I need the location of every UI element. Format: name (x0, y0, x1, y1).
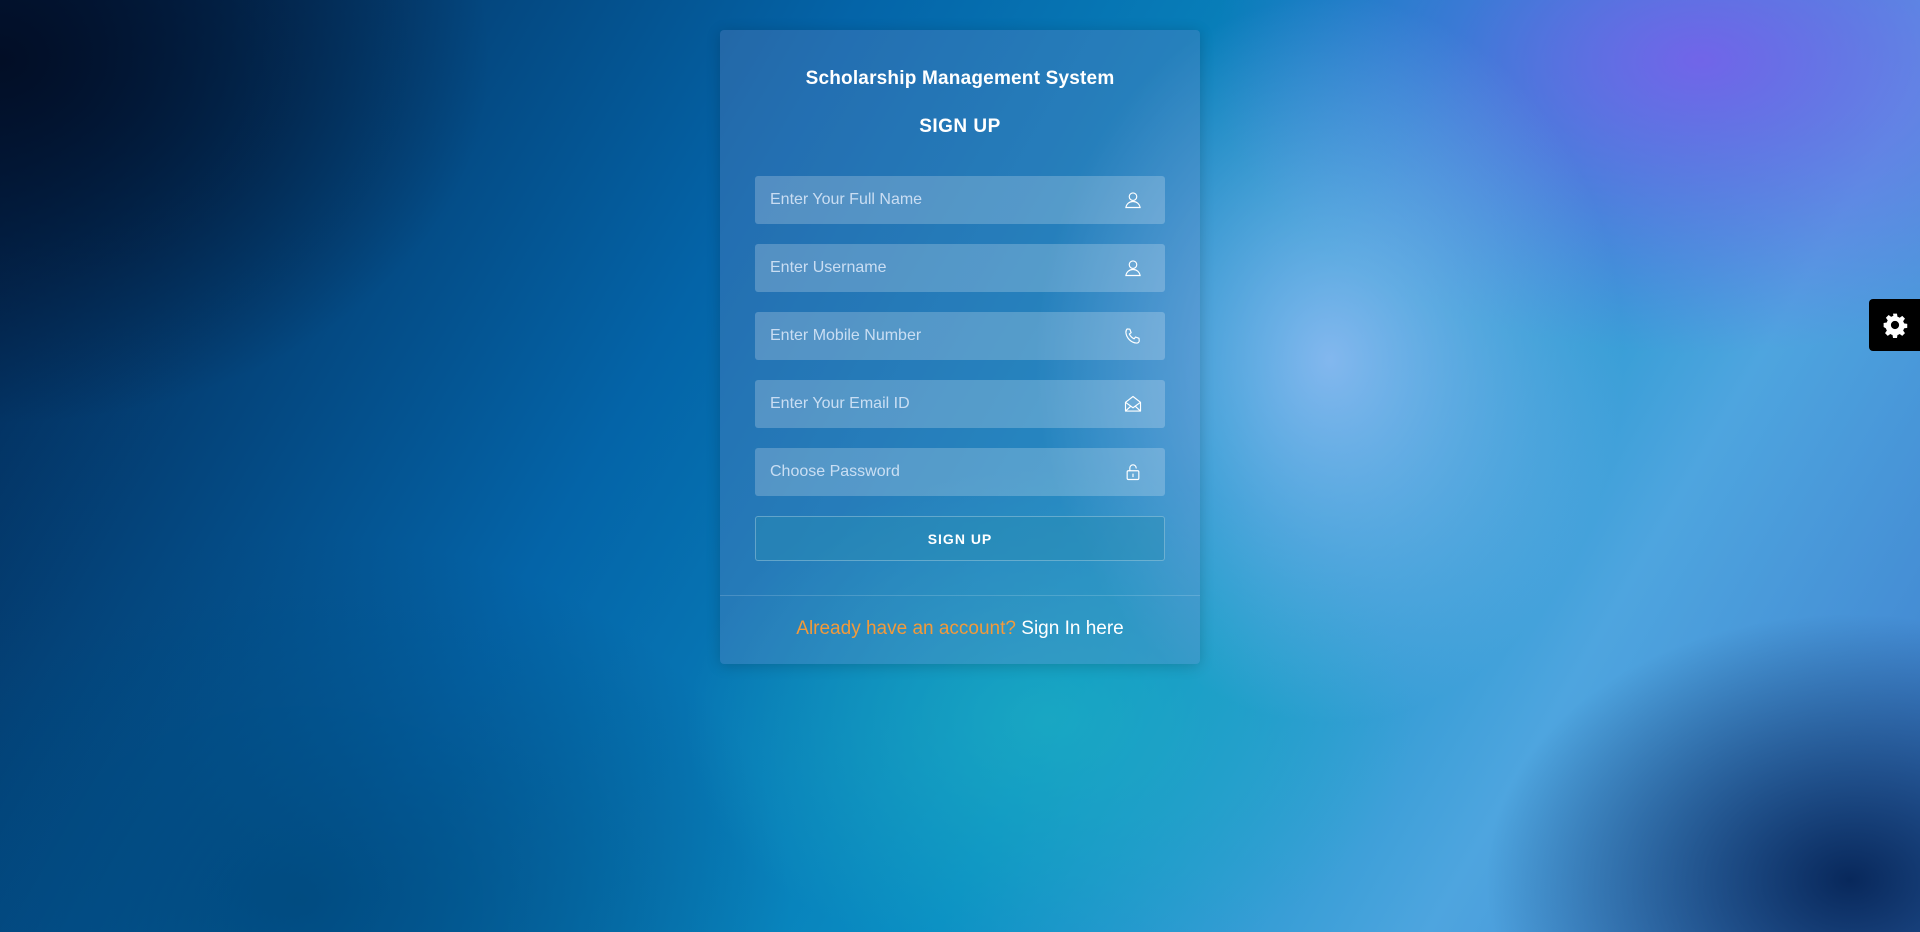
password-field-wrapper (755, 448, 1165, 496)
already-have-account-text: Already have an account? (796, 618, 1016, 639)
email-field-wrapper (755, 380, 1165, 428)
card-divider (720, 595, 1200, 596)
signup-card: Scholarship Management System SIGN UP En… (720, 30, 1200, 664)
user-icon (1123, 258, 1143, 278)
phone-icon (1123, 326, 1143, 346)
form-heading: SIGN UP (919, 116, 1001, 137)
gear-icon (1882, 312, 1908, 338)
signup-form: SIGN UP (755, 176, 1165, 561)
mobile-number-input[interactable] (755, 312, 1165, 360)
signin-prompt: Already have an account? Sign In here (720, 618, 1200, 640)
settings-toggle-button[interactable] (1869, 299, 1920, 351)
username-input[interactable] (755, 244, 1165, 292)
password-input[interactable] (755, 448, 1165, 496)
sign-up-button[interactable]: SIGN UP (755, 516, 1165, 561)
user-icon (1123, 190, 1143, 210)
mobile-field-wrapper (755, 312, 1165, 360)
envelope-open-icon (1123, 394, 1143, 414)
full-name-field-wrapper (755, 176, 1165, 224)
app-title: Scholarship Management System (805, 68, 1115, 89)
email-input[interactable] (755, 380, 1165, 428)
full-name-input[interactable] (755, 176, 1165, 224)
lock-icon (1123, 462, 1143, 482)
username-field-wrapper (755, 244, 1165, 292)
sign-in-link[interactable]: Sign In here (1021, 618, 1123, 639)
